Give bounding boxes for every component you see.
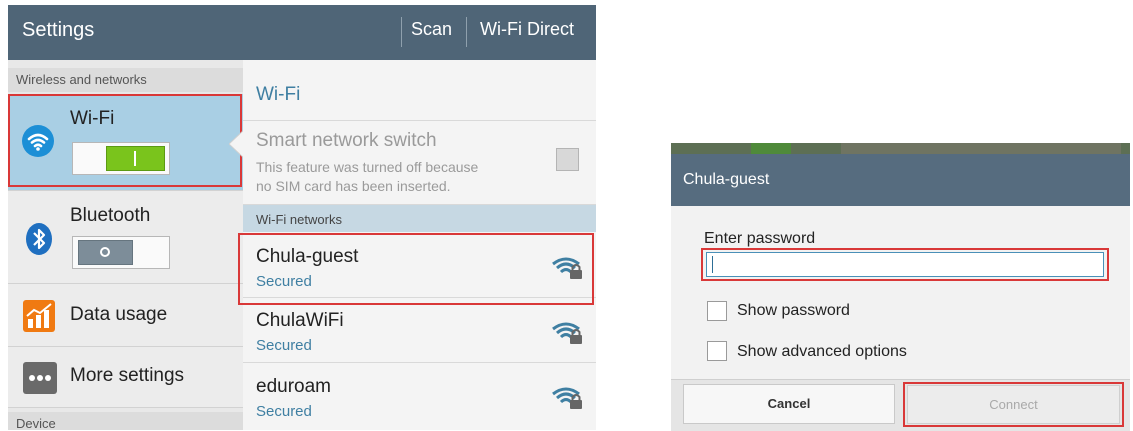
- sidebar-item-data-usage[interactable]: Data usage: [8, 284, 243, 347]
- sidebar-item-label: Data usage: [70, 304, 168, 325]
- smart-switch-desc: no SIM card has been inserted.: [256, 178, 451, 194]
- divider: [401, 17, 402, 47]
- bluetooth-toggle[interactable]: [72, 236, 170, 269]
- network-status: Secured: [256, 403, 312, 420]
- sidebar-item-bluetooth[interactable]: Bluetooth: [8, 191, 243, 284]
- background-tile: [841, 143, 1121, 154]
- more-settings-icon: [23, 362, 57, 399]
- wifi-heading: Wi-Fi: [256, 84, 301, 105]
- dialog-header: Chula-guest: [671, 154, 1130, 206]
- section-header-wifi-networks: Wi-Fi networks: [243, 205, 596, 232]
- network-highlight: [238, 233, 594, 305]
- wifi-signal-locked-icon: [552, 320, 584, 351]
- network-status: Secured: [256, 337, 312, 354]
- show-password-label[interactable]: Show password: [737, 302, 850, 320]
- dialog-title: Chula-guest: [683, 171, 770, 188]
- sidebar-item-label: Bluetooth: [70, 205, 151, 226]
- show-advanced-label[interactable]: Show advanced options: [737, 343, 907, 361]
- network-item-eduroam[interactable]: eduroam Secured: [243, 363, 596, 430]
- smart-switch-desc: This feature was turned off because: [256, 159, 479, 175]
- show-advanced-checkbox[interactable]: [707, 341, 727, 361]
- cancel-button[interactable]: Cancel: [683, 384, 895, 424]
- data-usage-icon: [23, 300, 55, 337]
- network-name: ChulaWiFi: [256, 310, 344, 331]
- action-bar: Settings Scan Wi-Fi Direct: [8, 5, 596, 60]
- smart-network-switch-row[interactable]: Smart network switch This feature was tu…: [243, 121, 596, 205]
- connect-button[interactable]: Connect: [907, 385, 1120, 424]
- network-item-chulawifi[interactable]: ChulaWiFi Secured: [243, 298, 596, 363]
- page-title: Settings: [22, 19, 95, 41]
- divider: [466, 17, 467, 47]
- wifi-direct-button[interactable]: Wi-Fi Direct: [480, 19, 574, 40]
- password-label: Enter password: [704, 230, 816, 247]
- password-dialog: Chula-guest Enter password Show password…: [671, 154, 1130, 431]
- wifi-signal-locked-icon: [552, 385, 584, 416]
- toggle-off-mark: [100, 247, 110, 257]
- network-name: eduroam: [256, 376, 331, 397]
- smart-switch-title: Smart network switch: [256, 130, 437, 151]
- background-tile: [751, 143, 791, 154]
- bluetooth-icon: [25, 223, 53, 260]
- text-cursor: [712, 256, 713, 273]
- wifi-header-row: Wi-Fi: [243, 60, 596, 121]
- sidebar: Wireless and networks Wi-Fi Bluetooth Da…: [8, 60, 243, 430]
- show-password-checkbox[interactable]: [707, 301, 727, 321]
- section-header-wireless: Wireless and networks: [8, 68, 243, 92]
- background-app-strip: [671, 143, 1130, 154]
- selection-highlight: [8, 94, 242, 187]
- smart-switch-checkbox[interactable]: [556, 148, 579, 171]
- sidebar-item-more-settings[interactable]: More settings: [8, 347, 243, 408]
- section-header-device: Device: [8, 412, 243, 430]
- dialog-button-bar: Cancel Connect: [671, 379, 1130, 431]
- sidebar-item-label: More settings: [70, 365, 185, 386]
- scan-button[interactable]: Scan: [411, 19, 452, 40]
- settings-screen: Settings Scan Wi-Fi Direct Wireless and …: [8, 5, 596, 430]
- password-input[interactable]: [706, 252, 1104, 277]
